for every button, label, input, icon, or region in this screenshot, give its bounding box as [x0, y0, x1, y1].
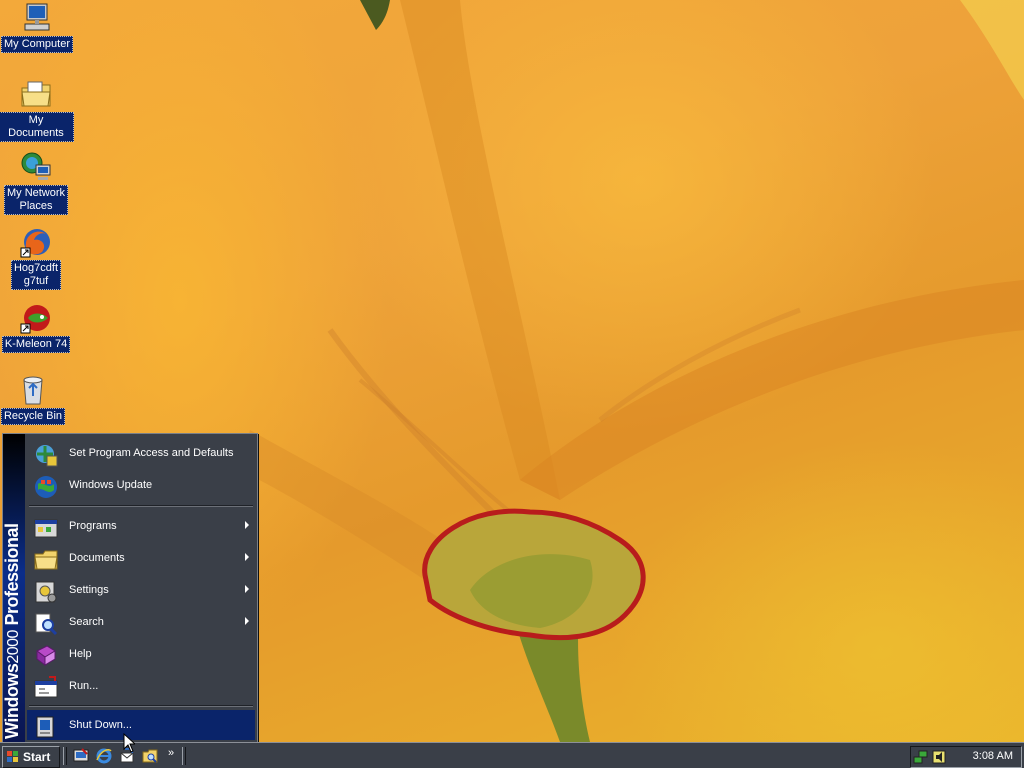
desktop-icon-label: K-Meleon 74: [1, 336, 71, 353]
help-book-icon: [33, 643, 57, 667]
banner-version: 2000: [5, 630, 22, 664]
documents-folder-icon: [33, 547, 58, 571]
desktop-icon-my-documents[interactable]: My Documents: [0, 78, 74, 142]
system-tray: 3:08 AM: [910, 746, 1022, 768]
submenu-arrow-icon: [245, 521, 249, 529]
clock[interactable]: 3:08 AM: [973, 750, 1013, 762]
menu-item-shut-down[interactable]: Shut Down...: [27, 710, 255, 740]
start-menu-banner: Windows2000 Professional: [2, 434, 25, 743]
menu-item-label: Windows Update: [69, 479, 153, 491]
menu-item-set-program-access[interactable]: Set Program Access and Defaults: [27, 438, 255, 468]
menu-item-search[interactable]: Search: [27, 607, 255, 637]
recycle-bin-icon: [17, 374, 49, 406]
desktop-icon-recycle-bin[interactable]: Recycle Bin: [0, 374, 71, 425]
show-desktop-icon[interactable]: [73, 748, 89, 764]
explorer-icon[interactable]: [142, 748, 158, 764]
network-icon[interactable]: [913, 749, 929, 765]
desktop-icon-label: My Documents: [0, 112, 74, 142]
folder-documents-icon: [20, 78, 52, 110]
desktop-icon-hog7cdftg7tuf[interactable]: Hog7cdft g7tuf: [0, 226, 74, 290]
volume-icon[interactable]: [931, 749, 947, 765]
desktop-icon-my-computer[interactable]: My Computer: [0, 2, 75, 53]
settings-icon: [33, 579, 57, 603]
menu-separator: [29, 505, 253, 507]
menu-item-label: Search: [69, 616, 104, 628]
run-icon: [33, 675, 58, 699]
desktop-icon-label: My Network Places: [3, 185, 69, 215]
menu-item-help[interactable]: Help: [27, 639, 255, 669]
banner-edition: Professional: [2, 523, 22, 626]
search-icon: [33, 611, 58, 636]
menu-item-label: Run...: [69, 680, 99, 692]
taskbar-separator: [182, 747, 186, 765]
programs-icon: [33, 515, 58, 539]
program-access-icon: [33, 442, 58, 467]
shut-down-icon: [33, 714, 57, 738]
mouse-cursor-icon: [123, 733, 135, 753]
taskbar: Start » 3:08 AM: [0, 742, 1024, 768]
menu-item-programs[interactable]: Programs: [27, 511, 255, 541]
internet-explorer-icon[interactable]: [96, 748, 112, 764]
desktop-icon-label: My Computer: [0, 36, 74, 53]
desktop-icon-k-meleon[interactable]: K-Meleon 74: [0, 302, 74, 353]
k-meleon-shortcut-icon: [20, 302, 52, 334]
firefox-shortcut-icon: [20, 226, 52, 258]
windows-flag-icon: [7, 751, 19, 763]
quick-launch-more-chevron-icon[interactable]: »: [168, 747, 174, 759]
menu-separator: [29, 705, 253, 707]
start-button[interactable]: Start: [2, 746, 60, 768]
start-menu: Windows2000 Professional Set Program Acc…: [2, 433, 258, 744]
desktop-icon-label: Recycle Bin: [0, 408, 66, 425]
my-computer-icon: [21, 2, 53, 34]
desktop-icon-my-network-places[interactable]: My Network Places: [0, 151, 74, 215]
banner-brand: Windows: [2, 663, 22, 739]
start-button-label: Start: [23, 750, 51, 764]
menu-item-settings[interactable]: Settings: [27, 575, 255, 605]
menu-item-label: Help: [69, 648, 92, 660]
taskbar-separator: [63, 747, 67, 765]
windows-update-icon: [33, 474, 57, 498]
submenu-arrow-icon: [245, 553, 249, 561]
menu-item-label: Settings: [69, 584, 109, 596]
menu-item-label: Programs: [69, 520, 117, 532]
menu-item-windows-update[interactable]: Windows Update: [27, 470, 255, 500]
menu-item-label: Shut Down...: [69, 719, 132, 731]
menu-item-label: Set Program Access and Defaults: [69, 447, 234, 459]
menu-item-documents[interactable]: Documents: [27, 543, 255, 573]
submenu-arrow-icon: [245, 585, 249, 593]
network-places-icon: [20, 151, 52, 183]
menu-item-run[interactable]: Run...: [27, 671, 255, 701]
desktop-icon-label: Hog7cdft g7tuf: [10, 260, 62, 290]
menu-item-label: Documents: [69, 552, 125, 564]
submenu-arrow-icon: [245, 617, 249, 625]
